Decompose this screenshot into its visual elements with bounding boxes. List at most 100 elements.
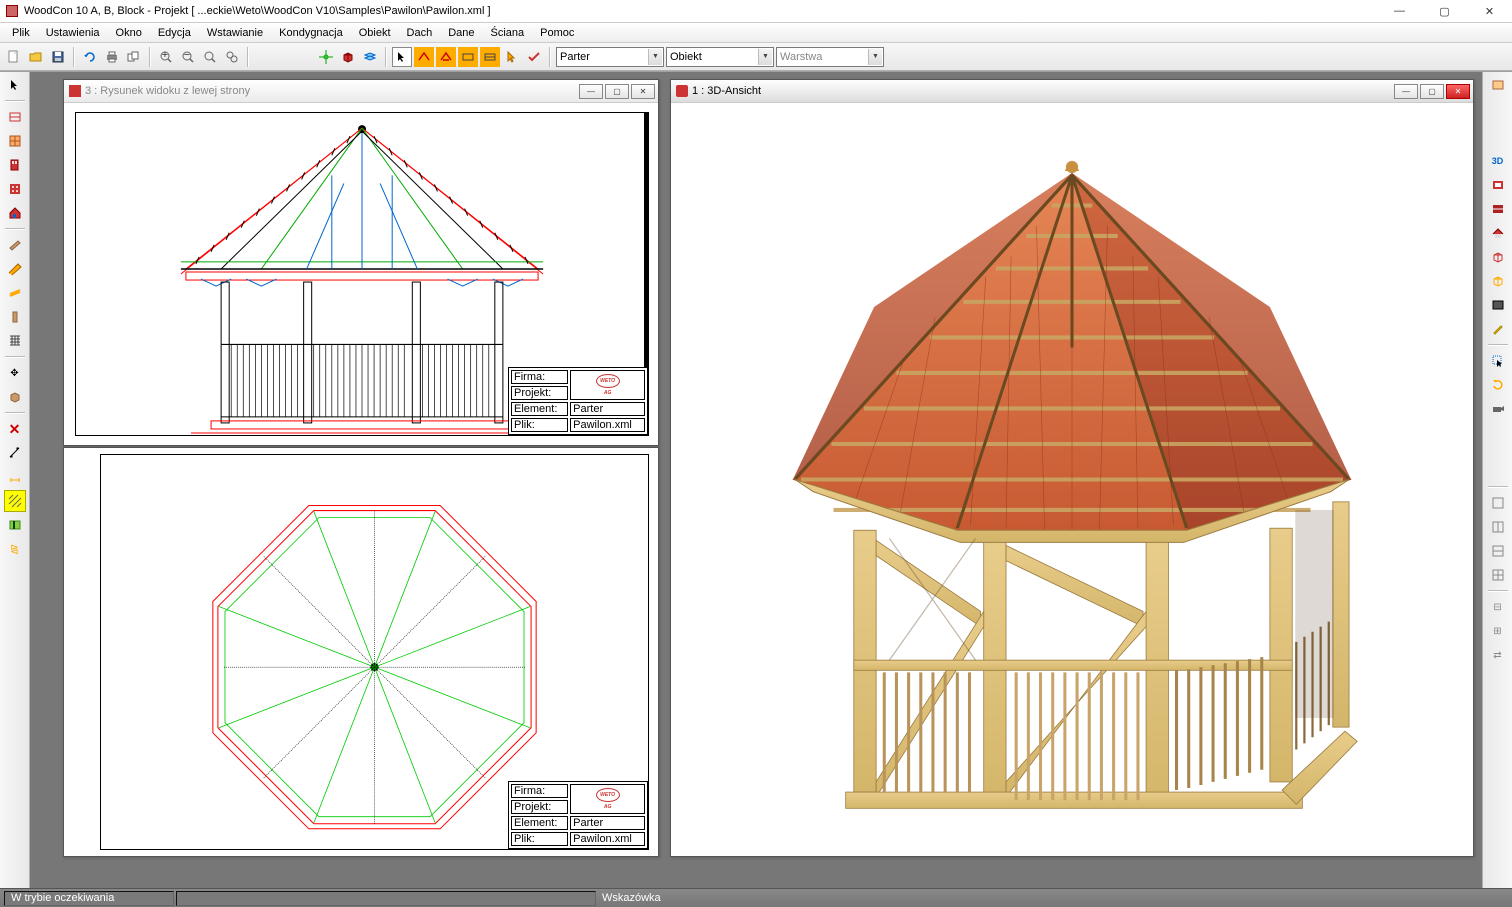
panel-maximize-button[interactable]: ▢ [605, 84, 629, 99]
dropdown-arrow-icon[interactable]: ▼ [648, 49, 662, 65]
menu-obiekt[interactable]: Obiekt [351, 23, 399, 43]
wall-icon[interactable] [4, 106, 26, 128]
measure-icon[interactable] [4, 442, 26, 464]
dropdown-arrow-icon[interactable]: ▼ [868, 49, 882, 65]
toggle-icon[interactable]: ⇄ [1487, 644, 1509, 666]
zoom-out-icon[interactable]: − [178, 47, 198, 67]
toolbar-separator [247, 47, 249, 67]
titleblock-element-value: Parter [570, 402, 645, 416]
roof-mode-4-icon[interactable] [480, 47, 500, 67]
delete-icon[interactable]: ✕ [4, 418, 26, 440]
select-window-icon[interactable] [1487, 350, 1509, 372]
roof-mode-3-icon[interactable] [458, 47, 478, 67]
titleblock-element-value: Parter [570, 816, 645, 830]
cube-icon[interactable] [338, 47, 358, 67]
panel-maximize-button[interactable]: ▢ [1420, 84, 1444, 99]
minimize-button[interactable]: — [1377, 0, 1422, 22]
palette-icon[interactable] [1487, 74, 1509, 96]
panel-close-button[interactable]: ✕ [631, 84, 655, 99]
print-icon[interactable] [102, 47, 122, 67]
layout-3-icon[interactable] [1487, 540, 1509, 562]
display-mode-icon[interactable] [1487, 294, 1509, 316]
roof-mode-2-icon[interactable] [436, 47, 456, 67]
menu-okno[interactable]: Okno [108, 23, 150, 43]
panel-header[interactable]: 1 : 3D-Ansicht — ▢ ✕ [671, 80, 1473, 103]
panel-header[interactable]: 3 : Rysunek widoku z lewej strony — ▢ ✕ [64, 80, 658, 103]
menu-wstawianie[interactable]: Wstawianie [199, 23, 271, 43]
layout-1-icon[interactable] [1487, 492, 1509, 514]
select-icon[interactable] [392, 47, 412, 67]
plan-canvas[interactable]: Firma:WETO AG Projekt: Element:Parter Pl… [65, 449, 657, 855]
window-icon[interactable] [4, 130, 26, 152]
floor-combo[interactable]: Parter ▼ [556, 47, 664, 67]
3d-canvas[interactable] [672, 104, 1472, 855]
menu-kondygnacja[interactable]: Kondygnacja [271, 23, 351, 43]
zoom-window-icon[interactable] [222, 47, 242, 67]
menu-pomoc[interactable]: Pomoc [532, 23, 582, 43]
view-wireframe-icon[interactable] [1487, 246, 1509, 268]
layers-icon[interactable] [360, 47, 380, 67]
view-plan-icon[interactable] [1487, 174, 1509, 196]
texture-icon[interactable] [4, 178, 26, 200]
purlin-icon[interactable] [4, 282, 26, 304]
titleblock-element-label: Element: [514, 403, 557, 415]
app-icon [6, 5, 18, 17]
panel-minimize-button[interactable]: — [579, 84, 603, 99]
menu-dane[interactable]: Dane [440, 23, 482, 43]
menu-edycja[interactable]: Edycja [150, 23, 199, 43]
section-icon[interactable] [4, 514, 26, 536]
undo-icon[interactable] [80, 47, 100, 67]
close-button[interactable]: ✕ [1467, 0, 1512, 22]
zoom-in-icon[interactable]: + [156, 47, 176, 67]
view-hidden-icon[interactable] [1487, 270, 1509, 292]
hatch-icon[interactable] [4, 490, 26, 512]
refresh-icon[interactable] [1487, 374, 1509, 396]
crosshair-icon[interactable] [316, 47, 336, 67]
arrow-cursor-icon[interactable] [4, 74, 26, 96]
maximize-button[interactable]: ▢ [1422, 0, 1467, 22]
new-file-icon[interactable] [4, 47, 24, 67]
elevation-canvas[interactable]: Firma:WETO AG Projekt: Element:Parter Pl… [65, 104, 657, 444]
open-file-icon[interactable] [26, 47, 46, 67]
view-elevation-icon[interactable] [1487, 198, 1509, 220]
move-icon[interactable]: ✥ [4, 362, 26, 384]
house-icon[interactable] [4, 202, 26, 224]
menu-dach[interactable]: Dach [399, 23, 441, 43]
expand-icon[interactable]: ⧎ [4, 538, 26, 560]
roof-mode-1-icon[interactable] [414, 47, 434, 67]
check-icon[interactable] [524, 47, 544, 67]
dropdown-arrow-icon[interactable]: ▼ [758, 49, 772, 65]
menu-sciana[interactable]: Ściana [483, 23, 533, 43]
rafter-icon[interactable] [4, 258, 26, 280]
collapse-icon[interactable]: ⊟ [1487, 596, 1509, 618]
layout-2-icon[interactable] [1487, 516, 1509, 538]
menu-ustawienia[interactable]: Ustawienia [38, 23, 108, 43]
panel-minimize-button[interactable]: — [1394, 84, 1418, 99]
package-icon[interactable] [4, 386, 26, 408]
svg-text:−: − [184, 50, 190, 61]
dimension-icon[interactable] [4, 466, 26, 488]
pointer-icon[interactable] [502, 47, 522, 67]
door-icon[interactable] [4, 154, 26, 176]
beam-icon[interactable] [4, 234, 26, 256]
view-3d-icon[interactable]: 3D [1487, 150, 1509, 172]
save-icon[interactable] [48, 47, 68, 67]
expand-all-icon[interactable]: ⊞ [1487, 620, 1509, 642]
camera-icon[interactable] [1487, 398, 1509, 420]
zoom-extents-icon[interactable] [200, 47, 220, 67]
layout-4-icon[interactable] [1487, 564, 1509, 586]
menu-plik[interactable]: Plik [4, 23, 38, 43]
plan-view-panel: Firma:WETO AG Projekt: Element:Parter Pl… [63, 447, 659, 857]
view-roof-icon[interactable] [1487, 222, 1509, 244]
3d-view-panel: 1 : 3D-Ansicht — ▢ ✕ [670, 79, 1474, 857]
panel-close-button[interactable]: ✕ [1446, 84, 1470, 99]
layer-combo[interactable]: Warstwa ▼ [776, 47, 884, 67]
toolbar-separator [73, 47, 75, 67]
elevation-view-panel: 3 : Rysunek widoku z lewej strony — ▢ ✕ [63, 79, 659, 446]
object-combo-value: Obiekt [670, 51, 702, 63]
grid-icon[interactable] [4, 330, 26, 352]
post-icon[interactable] [4, 306, 26, 328]
pen-icon[interactable] [1487, 318, 1509, 340]
print-preview-icon[interactable] [124, 47, 144, 67]
object-combo[interactable]: Obiekt ▼ [666, 47, 774, 67]
